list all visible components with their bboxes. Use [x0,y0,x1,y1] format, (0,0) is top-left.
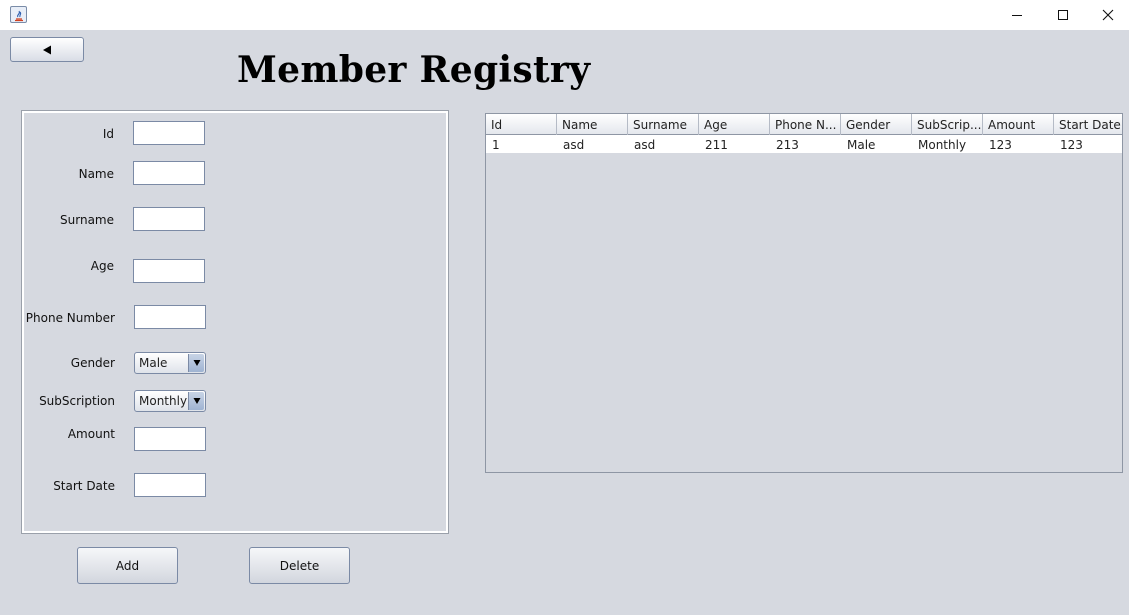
table-cell: asd [563,138,585,152]
minimize-button[interactable] [994,0,1040,30]
column-header-gender[interactable]: Gender [841,114,912,135]
column-header-age[interactable]: Age [699,114,770,135]
dropdown-arrow-icon [188,392,204,410]
amount-field[interactable] [134,427,206,451]
age-field[interactable] [133,259,205,283]
amount-label: Amount [67,427,115,441]
gender-selected-value: Male [139,356,168,370]
window-title-bar [0,0,1129,30]
name-field[interactable] [133,161,205,185]
member-form-panel: Id Name Surname Age Phone Number Gender … [21,110,449,534]
members-table[interactable]: Id Name Surname Age Phone N... Gender Su… [485,113,1123,473]
gender-dropdown[interactable]: Male [134,352,206,374]
table-cell: 213 [776,138,799,152]
phone-number-field[interactable] [134,305,206,329]
column-header-subscription[interactable]: SubScrip... [912,114,983,135]
age-label: Age [90,259,114,273]
close-button[interactable] [1085,0,1129,30]
start-date-field[interactable] [134,473,206,497]
table-cell: 123 [1060,138,1083,152]
surname-label: Surname [60,213,114,227]
delete-button[interactable]: Delete [249,547,350,584]
table-cell: 123 [989,138,1012,152]
table-row[interactable]: 1 asd asd 211 213 Male Monthly 123 123 [486,135,1122,153]
table-cell: Male [847,138,876,152]
column-header-name[interactable]: Name [557,114,628,135]
subscription-selected-value: Monthly [139,394,188,408]
gender-label: Gender [70,356,115,370]
maximize-button[interactable] [1040,0,1086,30]
minimize-icon [1012,15,1022,16]
id-label: Id [102,127,114,141]
back-arrow-icon [43,45,51,54]
column-header-start-date[interactable]: Start Date [1054,114,1122,135]
column-header-id[interactable]: Id [486,114,557,135]
table-header: Id Name Surname Age Phone N... Gender Su… [486,114,1122,135]
name-label: Name [78,167,114,181]
dropdown-arrow-icon [188,354,204,372]
subscription-label: SubScription [39,394,115,408]
close-icon [1102,9,1114,21]
back-button[interactable] [10,37,84,62]
table-cell: Monthly [918,138,967,152]
column-header-phone-number[interactable]: Phone N... [770,114,841,135]
surname-field[interactable] [133,207,205,231]
subscription-dropdown[interactable]: Monthly [134,390,206,412]
maximize-icon [1058,10,1068,20]
column-header-amount[interactable]: Amount [983,114,1054,135]
page-title: Member Registry [237,49,591,91]
phone-number-label: Phone Number [25,311,115,325]
table-cell: 1 [492,138,500,152]
add-button[interactable]: Add [77,547,178,584]
column-header-surname[interactable]: Surname [628,114,699,135]
table-cell: 211 [705,138,728,152]
java-app-icon [10,6,27,23]
id-field[interactable] [133,121,205,145]
start-date-label: Start Date [53,479,115,493]
table-cell: asd [634,138,656,152]
